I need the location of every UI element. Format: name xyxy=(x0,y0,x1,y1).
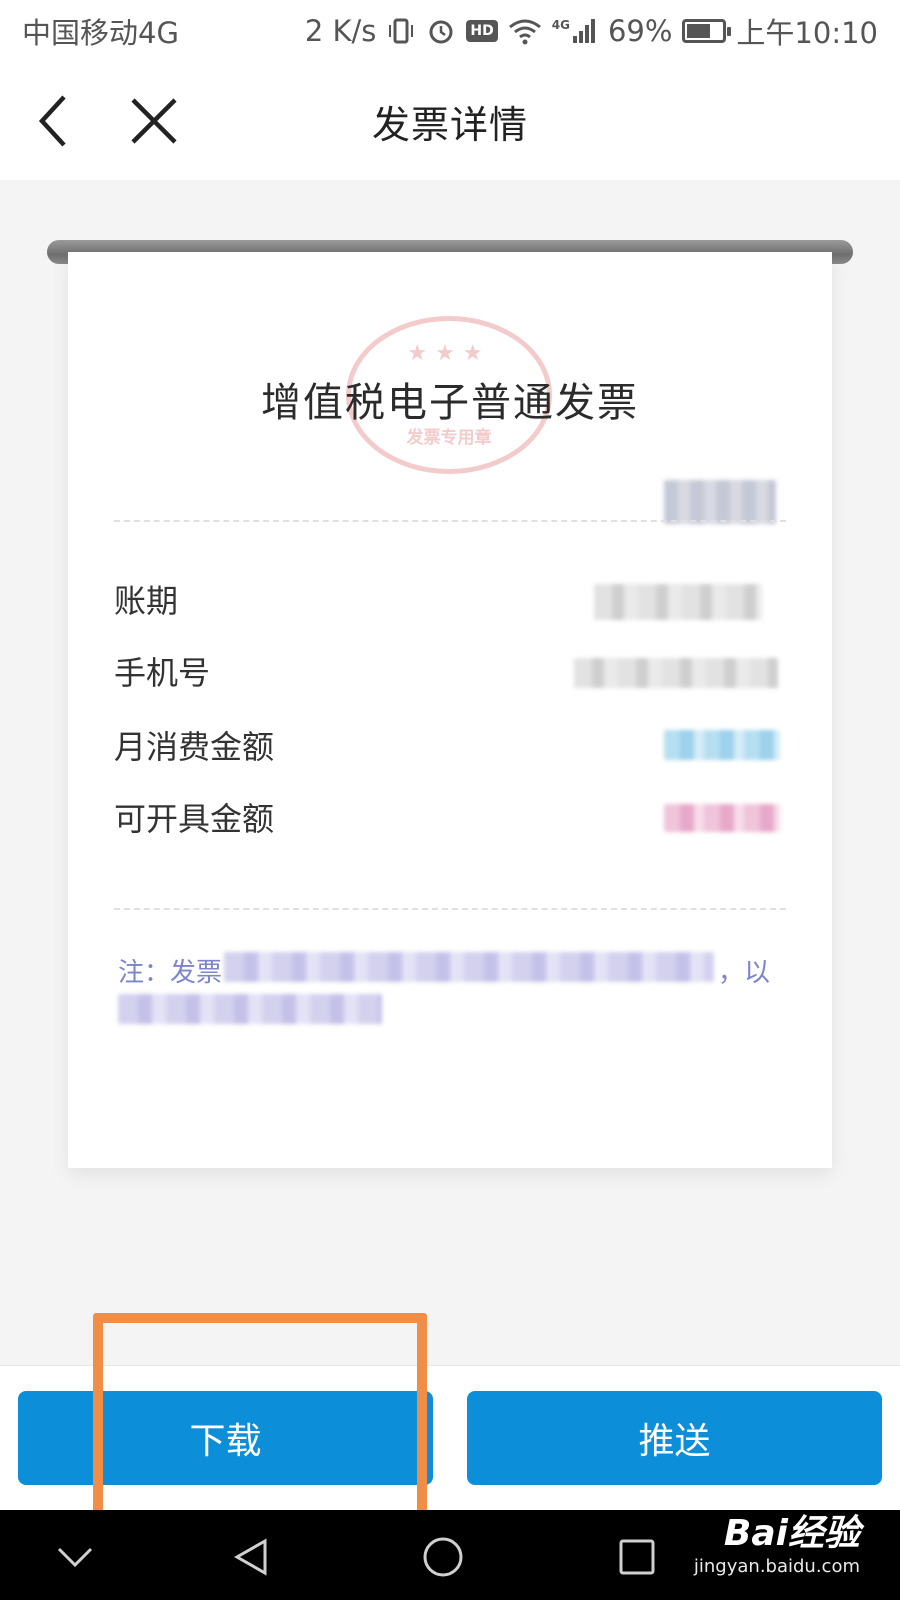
invoice-title: 增值税电子普通发票 xyxy=(261,380,639,426)
row-label-period: 账期 xyxy=(114,582,179,620)
content-area: ★★★ 发票专用章 增值税电子普通发票 账期 手机号 月消费金额 可开具金额 注… xyxy=(0,180,900,1365)
carrier-label: 中国移动4G xyxy=(22,16,179,50)
vibrate-icon xyxy=(386,16,416,46)
close-icon xyxy=(131,98,177,144)
redacted-value xyxy=(664,730,780,760)
battery-percent: 69% xyxy=(607,14,673,48)
back-button[interactable] xyxy=(28,88,78,154)
note-suffix: ，以 xyxy=(718,958,771,988)
signal-icon: 4G xyxy=(552,18,598,44)
nav-recents-button[interactable] xyxy=(612,1532,662,1582)
net-speed: 2 K/s xyxy=(304,14,377,48)
row-label-monthly-amount: 月消费金额 xyxy=(114,728,275,766)
redacted-note xyxy=(118,994,382,1024)
watermark-domain: jingyan.baidu.com xyxy=(693,1556,860,1577)
square-recents-icon xyxy=(619,1539,655,1575)
action-bar: 下载 推送 xyxy=(0,1365,900,1510)
page-title: 发票详情 xyxy=(371,102,528,147)
push-button[interactable]: 推送 xyxy=(467,1391,882,1485)
nav-bar: 发票详情 xyxy=(0,62,900,180)
close-button[interactable] xyxy=(124,88,184,154)
nav-hide-button[interactable] xyxy=(50,1532,100,1582)
alarm-icon xyxy=(426,16,456,46)
watermark-logo: Bai经验 xyxy=(723,1513,860,1554)
stamp-stars-icon: ★★★ xyxy=(407,341,491,366)
note-prefix: 注：发票 xyxy=(118,958,223,988)
row-label-phone: 手机号 xyxy=(114,654,211,692)
triangle-back-icon xyxy=(233,1538,267,1576)
nav-home-button[interactable] xyxy=(418,1532,468,1582)
status-bar: 中国移动4G 2 K/s HD 4G 69% 上午10:10 xyxy=(0,0,900,62)
hd-badge: HD xyxy=(466,20,498,42)
row-label-invoiceable-amount: 可开具金额 xyxy=(114,800,275,838)
redacted-value xyxy=(664,804,780,832)
net-type: 4G xyxy=(551,18,570,32)
redacted-value xyxy=(664,480,776,524)
status-icons: 2 K/s HD 4G 69% 上午10:10 xyxy=(305,10,878,52)
divider xyxy=(114,908,786,910)
chevron-left-icon xyxy=(38,95,66,147)
redacted-value xyxy=(574,658,778,688)
invoice-card: ★★★ 发票专用章 增值税电子普通发票 账期 手机号 月消费金额 可开具金额 注… xyxy=(68,252,832,1168)
chevron-down-icon xyxy=(57,1547,93,1568)
wifi-icon xyxy=(508,17,542,45)
clock: 上午10:10 xyxy=(736,16,878,50)
download-button[interactable]: 下载 xyxy=(18,1391,433,1485)
nav-back-button[interactable] xyxy=(226,1532,276,1582)
circle-home-icon xyxy=(423,1537,463,1577)
divider xyxy=(114,520,786,522)
invoice-note: 注：发票 xyxy=(118,952,222,989)
redacted-note xyxy=(224,952,714,982)
redacted-value xyxy=(594,584,762,620)
battery-icon xyxy=(682,19,732,43)
baidu-watermark: Bai经验 jingyan.baidu.com xyxy=(694,1504,860,1577)
